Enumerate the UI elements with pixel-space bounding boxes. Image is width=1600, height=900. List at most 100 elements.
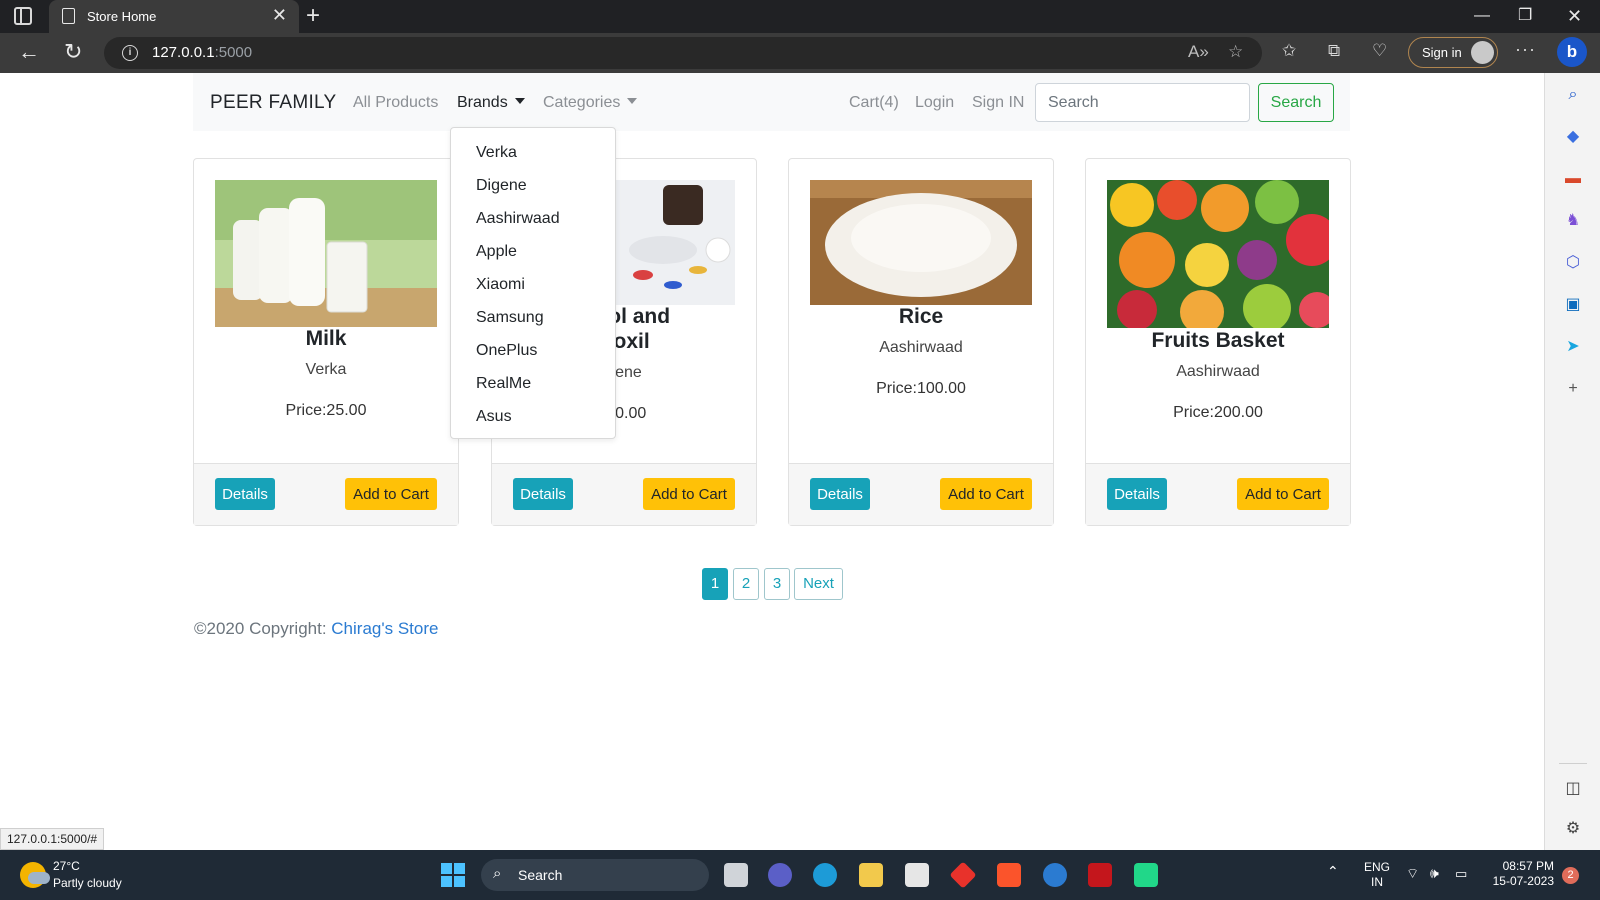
details-button[interactable]: Details [1107, 478, 1167, 510]
dropdown-item-oneplus[interactable]: OnePlus [476, 342, 537, 360]
more-options-icon[interactable]: ··· [1515, 39, 1536, 60]
weather-temperature[interactable]: 27°C [53, 859, 80, 873]
copilot-icon[interactable]: b [1557, 37, 1587, 67]
favorites-icon[interactable]: ✩ [1282, 41, 1296, 61]
copyright-text: ©2020 Copyright: [194, 619, 332, 638]
nav-all-products[interactable]: All Products [353, 94, 438, 112]
microsoft-store-icon[interactable] [905, 863, 929, 887]
battery-icon[interactable]: ▭ [1455, 866, 1467, 881]
nav-categories-dropdown[interactable]: Categories [543, 94, 638, 112]
wifi-icon[interactable]: ⌔ [1406, 866, 1419, 881]
collections-icon[interactable]: ⧉ [1328, 41, 1340, 61]
weather-description[interactable]: Partly cloudy [53, 876, 122, 890]
tab-actions-icon[interactable] [14, 7, 32, 25]
browser-sidebar: ⌕ ◆ ▬ ♞ ⬡ ▣ ➤ + ◫ ⚙ [1544, 73, 1600, 850]
page-viewport: PEER FAMILY All Products Brands Categori… [0, 73, 1544, 850]
product-brand: Aashirwaad [1176, 363, 1260, 380]
favorite-star-icon[interactable]: ☆ [1228, 42, 1243, 62]
tab-title: Store Home [87, 9, 157, 24]
nav-cart[interactable]: Cart(4) [849, 94, 899, 112]
office-icon[interactable]: ⬡ [1563, 253, 1583, 273]
browser-tab[interactable]: Store Home ✕ [49, 0, 299, 33]
store-link[interactable]: Chirag's Store [331, 619, 438, 638]
outlook-icon[interactable]: ▣ [1563, 295, 1583, 315]
signin-label: Sign in [1422, 45, 1462, 60]
site-info-icon[interactable]: i [122, 45, 138, 61]
page-link-next[interactable]: Next [794, 568, 843, 600]
browser-essentials-icon[interactable]: ♡ [1372, 41, 1387, 61]
caret-down-icon [627, 98, 638, 104]
settings-gear-icon[interactable]: ⚙ [1563, 819, 1583, 839]
volume-icon[interactable]: 🕪 [1430, 866, 1439, 881]
mcafee-icon[interactable] [1088, 863, 1112, 887]
add-icon[interactable]: + [1563, 379, 1583, 399]
dropdown-item-digene[interactable]: Digene [476, 177, 527, 195]
games-icon[interactable]: ♞ [1563, 211, 1583, 231]
show-hidden-icons[interactable]: ⌃ [1327, 864, 1339, 879]
add-to-cart-button[interactable]: Add to Cart [345, 478, 437, 510]
sidebar-divider [1559, 763, 1587, 764]
teams-chat-icon[interactable] [768, 863, 792, 887]
taskbar-search-label: Search [518, 867, 563, 883]
site-brand[interactable]: PEER FAMILY [210, 92, 337, 114]
taskbar-search[interactable]: ⌕ Search [481, 859, 709, 891]
add-to-cart-button[interactable]: Add to Cart [1237, 478, 1329, 510]
brands-dropdown-menu: Verka Digene Aashirwaad Apple Xiaomi Sam… [450, 127, 616, 439]
card-footer: Details Add to Cart [1086, 463, 1350, 525]
dropdown-item-verka[interactable]: Verka [476, 144, 517, 162]
app-diamond-icon[interactable] [949, 861, 977, 889]
language-indicator[interactable]: ENG IN [1364, 860, 1390, 890]
details-button[interactable]: Details [810, 478, 870, 510]
dropdown-item-realme[interactable]: RealMe [476, 375, 531, 393]
notification-badge[interactable]: 2 [1562, 867, 1579, 884]
help-icon[interactable] [1043, 863, 1067, 887]
search-icon[interactable]: ⌕ [1563, 85, 1583, 105]
product-price: Price:100.00 [876, 380, 966, 397]
nav-sign-in[interactable]: Sign IN [972, 94, 1024, 112]
page-link-3[interactable]: 3 [764, 568, 790, 600]
dropdown-item-aashirwaad[interactable]: Aashirwaad [476, 210, 560, 228]
read-aloud-icon[interactable]: A» [1188, 42, 1209, 62]
page-link-1[interactable]: 1 [702, 568, 728, 600]
add-to-cart-button[interactable]: Add to Cart [940, 478, 1032, 510]
task-view-icon[interactable] [724, 863, 748, 887]
nav-brands-dropdown[interactable]: Brands [457, 94, 525, 112]
search-button[interactable]: Search [1258, 83, 1334, 122]
page-link-2[interactable]: 2 [733, 568, 759, 600]
dropdown-item-asus[interactable]: Asus [476, 408, 512, 426]
back-icon[interactable]: ← [18, 39, 40, 65]
hide-sidebar-icon[interactable]: ◫ [1563, 779, 1583, 799]
close-tab-icon[interactable]: ✕ [272, 5, 287, 25]
pycharm-icon[interactable] [1134, 863, 1158, 887]
search-input[interactable] [1035, 83, 1250, 122]
product-title: Fruits Basket [1151, 329, 1285, 352]
restore-icon[interactable]: ❐ [1518, 5, 1532, 27]
reload-icon[interactable]: ↻ [64, 39, 82, 65]
minimize-icon[interactable]: — [1474, 5, 1490, 27]
brave-icon[interactable] [997, 863, 1021, 887]
telegram-icon[interactable]: ➤ [1563, 337, 1583, 357]
product-brand: Verka [305, 361, 347, 378]
close-window-icon[interactable]: ✕ [1567, 5, 1582, 27]
clock[interactable]: 08:57 PM 15-07-2023 [1490, 859, 1554, 889]
file-explorer-icon[interactable] [859, 863, 883, 887]
shopping-tag-icon[interactable]: ◆ [1563, 127, 1583, 147]
product-card: Rice Aashirwaad Price:100.00 Details Add… [788, 158, 1054, 526]
details-button[interactable]: Details [513, 478, 573, 510]
add-to-cart-button[interactable]: Add to Cart [643, 478, 735, 510]
nav-login[interactable]: Login [915, 94, 954, 112]
edge-icon[interactable] [813, 863, 837, 887]
dropdown-item-xiaomi[interactable]: Xiaomi [476, 276, 525, 294]
new-tab-icon[interactable]: + [306, 2, 320, 30]
profile-signin-button[interactable]: Sign in [1408, 37, 1498, 68]
dropdown-item-samsung[interactable]: Samsung [476, 309, 544, 327]
product-price: Price:25.00 [285, 402, 367, 419]
product-title: Rice [898, 305, 944, 328]
tools-icon[interactable]: ▬ [1563, 169, 1583, 189]
dropdown-item-apple[interactable]: Apple [476, 243, 517, 261]
details-button[interactable]: Details [215, 478, 275, 510]
address-bar[interactable]: i 127.0.0.1:5000 A» ☆ [104, 37, 1262, 69]
site-navbar: PEER FAMILY All Products Brands Categori… [193, 73, 1350, 131]
windows-start-icon[interactable] [441, 863, 465, 887]
url-text[interactable]: 127.0.0.1:5000 [152, 44, 252, 61]
